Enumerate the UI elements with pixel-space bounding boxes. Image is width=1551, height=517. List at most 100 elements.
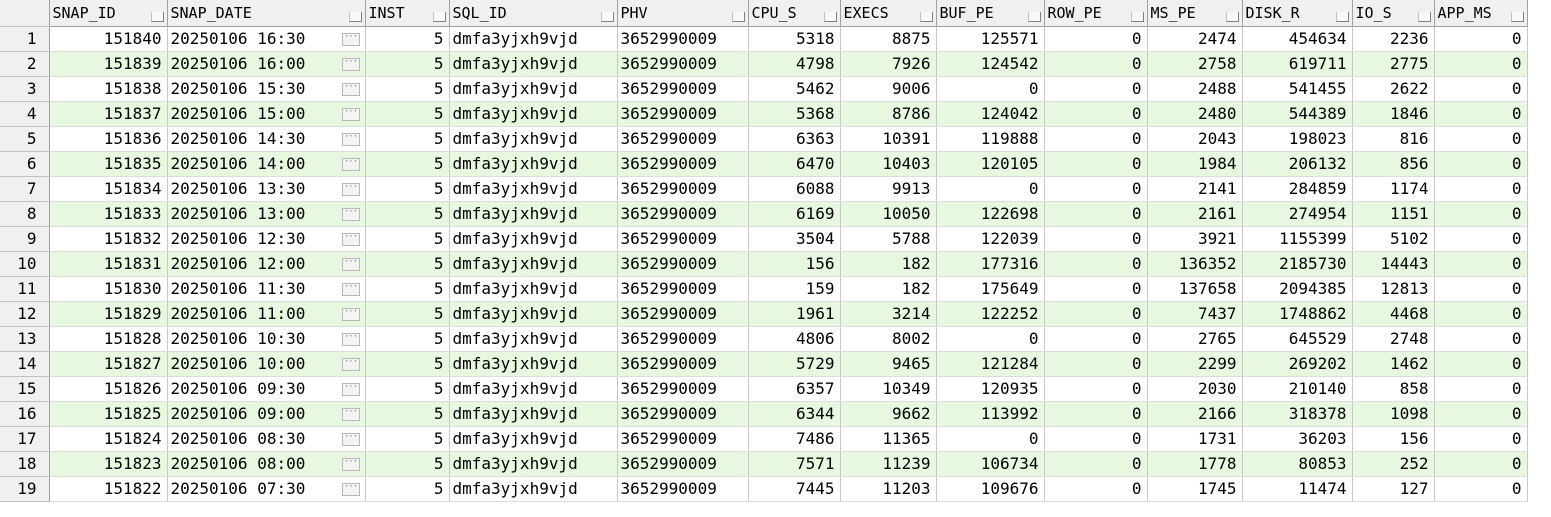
cell-execs[interactable]: 10391 (840, 126, 937, 152)
cell-disk-r[interactable]: 454634 (1242, 26, 1353, 52)
row-number[interactable]: 8 (0, 201, 50, 227)
cell-phv[interactable]: 3652990009 (617, 76, 749, 102)
cell-editor-button[interactable]: ··· (341, 58, 360, 71)
cell-cpu-s[interactable]: 7571 (748, 451, 841, 477)
cell-cpu-s[interactable]: 5368 (748, 101, 841, 127)
cell-sql-id[interactable]: dmfa3yjxh9vjd (449, 451, 618, 477)
cell-snap-date[interactable]: 20250106 15:30 ··· (167, 76, 366, 102)
cell-cpu-s[interactable]: 6363 (748, 126, 841, 152)
column-header-disk-r[interactable]: DISK_R (1242, 0, 1353, 27)
cell-sql-id[interactable]: dmfa3yjxh9vjd (449, 351, 618, 377)
cell-cpu-s[interactable]: 4806 (748, 326, 841, 352)
cell-editor-button[interactable]: ··· (341, 483, 360, 496)
column-filter-icon[interactable] (1027, 11, 1041, 22)
cell-io-s[interactable]: 1846 (1352, 101, 1435, 127)
cell-editor-button[interactable]: ··· (341, 383, 360, 396)
table-row[interactable]: 18 151823 20250106 08:00 ··· 5 dmfa3yjxh9vjd 3… (0, 451, 1528, 477)
cell-snap-date[interactable]: 20250106 14:00 ··· (167, 151, 366, 177)
table-row[interactable]: 15 151826 20250106 09:30 ··· 5 dmfa3yjxh9vjd 3… (0, 376, 1528, 402)
cell-buf-pe[interactable]: 113992 (936, 401, 1045, 427)
cell-snap-id[interactable]: 151836 (49, 126, 168, 152)
cell-inst[interactable]: 5 (365, 76, 450, 102)
cell-execs[interactable]: 182 (840, 276, 937, 302)
cell-disk-r[interactable]: 284859 (1242, 176, 1353, 202)
cell-app-ms[interactable]: 0 (1434, 226, 1528, 252)
cell-cpu-s[interactable]: 6088 (748, 176, 841, 202)
cell-execs[interactable]: 9913 (840, 176, 937, 202)
column-filter-icon[interactable] (432, 11, 446, 22)
cell-row-pe[interactable]: 0 (1044, 226, 1148, 252)
cell-io-s[interactable]: 856 (1352, 151, 1435, 177)
cell-cpu-s[interactable]: 5318 (748, 26, 841, 52)
cell-row-pe[interactable]: 0 (1044, 376, 1148, 402)
cell-snap-id[interactable]: 151830 (49, 276, 168, 302)
row-number[interactable]: 2 (0, 51, 50, 77)
cell-disk-r[interactable]: 11474 (1242, 476, 1353, 502)
row-number[interactable]: 17 (0, 426, 50, 452)
cell-inst[interactable]: 5 (365, 126, 450, 152)
cell-app-ms[interactable]: 0 (1434, 401, 1528, 427)
column-filter-icon[interactable] (600, 11, 614, 22)
cell-io-s[interactable]: 14443 (1352, 251, 1435, 277)
column-header-snap-date[interactable]: SNAP_DATE (167, 0, 366, 27)
cell-cpu-s[interactable]: 7486 (748, 426, 841, 452)
cell-app-ms[interactable]: 0 (1434, 451, 1528, 477)
cell-buf-pe[interactable]: 122698 (936, 201, 1045, 227)
cell-inst[interactable]: 5 (365, 476, 450, 502)
cell-execs[interactable]: 9465 (840, 351, 937, 377)
cell-snap-date[interactable]: 20250106 09:00 ··· (167, 401, 366, 427)
cell-buf-pe[interactable]: 177316 (936, 251, 1045, 277)
cell-disk-r[interactable]: 619711 (1242, 51, 1353, 77)
cell-ms-pe[interactable]: 2488 (1147, 76, 1243, 102)
cell-editor-button[interactable]: ··· (341, 233, 360, 246)
cell-disk-r[interactable]: 269202 (1242, 351, 1353, 377)
cell-io-s[interactable]: 12813 (1352, 276, 1435, 302)
cell-snap-id[interactable]: 151823 (49, 451, 168, 477)
cell-cpu-s[interactable]: 4798 (748, 51, 841, 77)
cell-disk-r[interactable]: 318378 (1242, 401, 1353, 427)
cell-phv[interactable]: 3652990009 (617, 376, 749, 402)
cell-app-ms[interactable]: 0 (1434, 351, 1528, 377)
cell-app-ms[interactable]: 0 (1434, 276, 1528, 302)
cell-editor-button[interactable]: ··· (341, 83, 360, 96)
cell-snap-date[interactable]: 20250106 10:30 ··· (167, 326, 366, 352)
column-header-execs[interactable]: EXECS (840, 0, 937, 27)
column-filter-icon[interactable] (919, 11, 933, 22)
column-header-row-pe[interactable]: ROW_PE (1044, 0, 1148, 27)
cell-ms-pe[interactable]: 2141 (1147, 176, 1243, 202)
cell-editor-button[interactable]: ··· (341, 408, 360, 421)
cell-sql-id[interactable]: dmfa3yjxh9vjd (449, 126, 618, 152)
table-row[interactable]: 5 151836 20250106 14:30 ··· 5 dmfa3yjxh9vjd 36… (0, 126, 1528, 152)
cell-buf-pe[interactable]: 124042 (936, 101, 1045, 127)
table-row[interactable]: 8 151833 20250106 13:00 ··· 5 dmfa3yjxh9vjd 36… (0, 201, 1528, 227)
cell-cpu-s[interactable]: 6169 (748, 201, 841, 227)
cell-phv[interactable]: 3652990009 (617, 176, 749, 202)
cell-sql-id[interactable]: dmfa3yjxh9vjd (449, 76, 618, 102)
cell-ms-pe[interactable]: 3921 (1147, 226, 1243, 252)
cell-app-ms[interactable]: 0 (1434, 376, 1528, 402)
row-number[interactable]: 19 (0, 476, 50, 502)
cell-phv[interactable]: 3652990009 (617, 201, 749, 227)
table-row[interactable]: 9 151832 20250106 12:30 ··· 5 dmfa3yjxh9vjd 36… (0, 226, 1528, 252)
cell-phv[interactable]: 3652990009 (617, 226, 749, 252)
cell-io-s[interactable]: 2775 (1352, 51, 1435, 77)
cell-editor-button[interactable]: ··· (341, 283, 360, 296)
cell-sql-id[interactable]: dmfa3yjxh9vjd (449, 401, 618, 427)
cell-inst[interactable]: 5 (365, 51, 450, 77)
cell-buf-pe[interactable]: 106734 (936, 451, 1045, 477)
cell-editor-button[interactable]: ··· (341, 333, 360, 346)
cell-io-s[interactable]: 2748 (1352, 326, 1435, 352)
cell-cpu-s[interactable]: 7445 (748, 476, 841, 502)
cell-io-s[interactable]: 4468 (1352, 301, 1435, 327)
cell-buf-pe[interactable]: 120105 (936, 151, 1045, 177)
cell-disk-r[interactable]: 1748862 (1242, 301, 1353, 327)
cell-sql-id[interactable]: dmfa3yjxh9vjd (449, 276, 618, 302)
column-filter-icon[interactable] (1417, 11, 1431, 22)
cell-row-pe[interactable]: 0 (1044, 301, 1148, 327)
table-row[interactable]: 6 151835 20250106 14:00 ··· 5 dmfa3yjxh9vjd 36… (0, 151, 1528, 177)
cell-buf-pe[interactable]: 0 (936, 176, 1045, 202)
cell-execs[interactable]: 10050 (840, 201, 937, 227)
cell-snap-id[interactable]: 151835 (49, 151, 168, 177)
cell-row-pe[interactable]: 0 (1044, 176, 1148, 202)
cell-disk-r[interactable]: 206132 (1242, 151, 1353, 177)
